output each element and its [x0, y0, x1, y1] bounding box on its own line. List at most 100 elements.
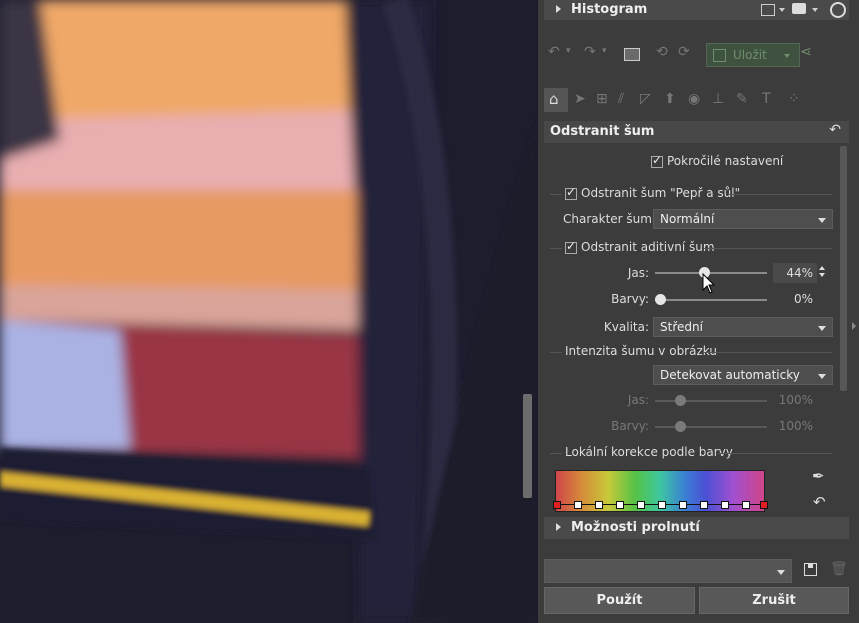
quality-dropdown[interactable]: Střední — [653, 317, 833, 337]
noise-character-value: Normální — [660, 212, 715, 226]
level-icon[interactable]: ⊥ — [712, 91, 724, 107]
curve-point[interactable] — [553, 501, 561, 509]
intensity-colors-thumb[interactable] — [675, 421, 686, 432]
mouse-cursor-icon — [702, 273, 716, 294]
colors-value: 0% — [793, 292, 813, 306]
crop-icon[interactable]: ⊞ — [596, 91, 608, 107]
curve-point[interactable] — [595, 501, 603, 509]
photo-vertical-scrollbar[interactable] — [523, 394, 532, 498]
intensity-colors-track[interactable] — [655, 426, 767, 428]
photo-canvas[interactable] — [0, 0, 538, 623]
collapse-panel-icon[interactable] — [852, 322, 856, 330]
eyedropper-icon[interactable]: ✒ — [812, 467, 825, 485]
upload-icon[interactable]: ⬆ — [664, 91, 676, 107]
divider — [728, 194, 832, 195]
divider — [704, 248, 832, 249]
curve-point[interactable] — [637, 501, 645, 509]
cursor-icon[interactable]: ➤ — [574, 91, 586, 107]
noise-character-dropdown[interactable]: Normální — [653, 209, 833, 229]
noise-character-label: Charakter šumu: — [563, 212, 664, 226]
save-button[interactable]: Uložit — [706, 43, 800, 67]
delete-preset-icon[interactable]: 🗑 — [830, 561, 848, 577]
mask-icon[interactable] — [792, 3, 806, 14]
intensity-section-label: Intenzita šumu v obrázku — [565, 344, 717, 358]
advanced-settings-checkbox[interactable] — [651, 153, 663, 168]
perspective-icon[interactable]: ⫽ — [618, 91, 624, 107]
chevron-down-icon[interactable] — [812, 8, 818, 12]
chevron-down-icon — [777, 570, 785, 575]
brightness-value-box[interactable]: 44% — [773, 263, 817, 283]
intensity-brightness-thumb[interactable] — [675, 395, 686, 406]
expand-triangle-icon[interactable] — [556, 5, 561, 13]
intensity-mode-value: Detekovat automaticky — [660, 368, 800, 382]
redo-icon[interactable]: ↷ — [584, 44, 596, 60]
right-panel: Histogram ↶ ▾ ↷ ▾ ⟲ ⟳ Uložit ⋖ ⌂ ➤ ⊞ ⫽ ◸… — [538, 0, 859, 623]
salt-pepper-checkbox[interactable] — [565, 185, 577, 200]
spin-up-icon[interactable] — [819, 266, 825, 270]
curve-point[interactable] — [658, 501, 666, 509]
edit-toolbar: ↶ ▾ ↷ ▾ ⟲ ⟳ Uložit ⋖ — [544, 40, 849, 70]
undo-icon[interactable]: ↶ — [548, 44, 560, 60]
quality-label: Kvalita: — [603, 320, 649, 334]
curve-point[interactable] — [616, 501, 624, 509]
intensity-brightness-label: Jas: — [627, 393, 649, 407]
chevron-down-icon[interactable]: ▾ — [602, 46, 607, 56]
save-disk-icon — [713, 49, 726, 62]
share-icon[interactable]: ⋖ — [800, 44, 812, 60]
pen-icon[interactable]: ✎ — [736, 91, 748, 107]
intensity-brightness-track[interactable] — [655, 400, 767, 402]
quality-value: Střední — [660, 320, 703, 334]
blend-options-header[interactable]: Možnosti prolnutí — [544, 517, 849, 539]
section-title: Odstranit šum — [550, 124, 655, 139]
chevron-down-icon[interactable]: ▾ — [566, 46, 571, 56]
effects-icon[interactable]: ⁘ — [788, 91, 800, 107]
reset-curve-icon[interactable]: ↶ — [813, 493, 826, 511]
denoise-section-header[interactable]: Odstranit šum ↶ — [544, 121, 849, 143]
colors-slider-thumb[interactable] — [655, 294, 666, 305]
colors-label: Barvy: — [611, 292, 649, 306]
divider — [550, 194, 562, 195]
chevron-down-icon[interactable] — [779, 8, 785, 12]
histogram-header[interactable]: Histogram — [544, 0, 849, 20]
blend-options-title: Možnosti prolnutí — [571, 520, 700, 535]
text-icon[interactable]: T — [762, 91, 771, 107]
eye-icon[interactable]: ◉ — [688, 91, 700, 107]
apply-button[interactable]: Použít — [544, 587, 695, 614]
home-icon[interactable]: ⌂ — [544, 88, 568, 112]
brightness-spinner[interactable] — [819, 266, 825, 277]
divider — [550, 352, 562, 353]
cancel-button[interactable]: Zrušit — [699, 587, 849, 614]
spin-down-icon[interactable] — [819, 273, 825, 277]
additive-noise-checkbox[interactable] — [565, 239, 577, 254]
curve-point[interactable] — [760, 501, 768, 509]
expand-triangle-icon[interactable] — [556, 523, 561, 531]
curve-point[interactable] — [700, 501, 708, 509]
save-preset-icon[interactable] — [804, 563, 817, 576]
curve-point[interactable] — [574, 501, 582, 509]
intensity-mode-dropdown[interactable]: Detekovat automaticky — [653, 365, 833, 385]
reset-icon[interactable]: ↶ — [829, 122, 841, 138]
salt-pepper-label: Odstranit šum "Pepř a sůl" — [581, 186, 741, 200]
tool-selector-bar: ⌂ ➤ ⊞ ⫽ ◸ ⬆ ◉ ⊥ ✎ T ⁘ — [544, 88, 849, 114]
divider — [718, 453, 832, 454]
colors-slider-track[interactable] — [655, 299, 767, 301]
hue-curve-editor[interactable] — [553, 470, 768, 512]
brush-icon[interactable]: ◸ — [640, 91, 651, 107]
chevron-down-icon — [818, 374, 826, 379]
panel-scrollbar[interactable] — [840, 146, 847, 391]
rotate-right-icon[interactable]: ⟳ — [678, 44, 690, 60]
preset-dropdown[interactable] — [544, 559, 792, 583]
brightness-value: 44% — [786, 266, 813, 280]
curve-point[interactable] — [742, 501, 750, 509]
divider — [550, 248, 562, 249]
rotate-left-icon[interactable]: ⟲ — [656, 44, 668, 60]
settings-icon[interactable] — [830, 2, 846, 18]
brightness-label: Jas: — [627, 266, 649, 280]
chevron-down-icon[interactable] — [784, 54, 790, 58]
curve-point[interactable] — [721, 501, 729, 509]
histogram-mode-icon[interactable] — [761, 4, 775, 16]
intensity-colors-value: 100% — [778, 419, 813, 433]
curve-point[interactable] — [679, 501, 687, 509]
image-icon[interactable] — [624, 48, 640, 61]
local-color-section-label: Lokální korekce podle barvy — [565, 445, 733, 459]
